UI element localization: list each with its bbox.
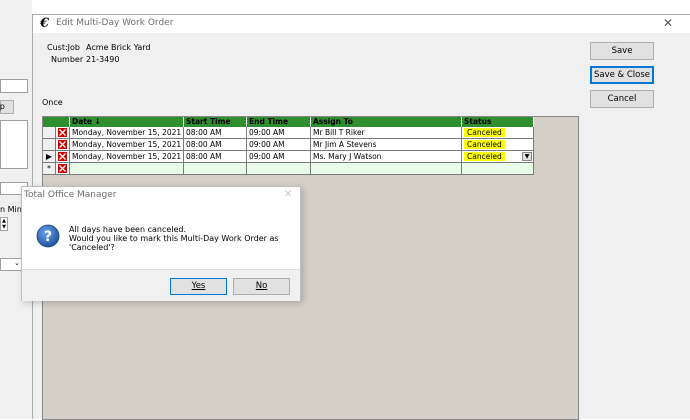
cell-start-time[interactable]: 08:00 AM — [184, 127, 247, 139]
cell-assign-to[interactable]: Ms. Mary J Watson — [311, 151, 462, 163]
background-button[interactable]: amp — [0, 100, 14, 114]
table-row[interactable]: Monday, November 15, 2021 08:00 AM 09:00… — [43, 139, 534, 151]
cell-date[interactable]: Monday, November 15, 2021 — [70, 127, 184, 139]
background-dropdown-2[interactable]: ⌄ — [0, 258, 22, 271]
column-header-start-time[interactable]: Start Time — [184, 117, 247, 127]
custjob-value: Acme Brick Yard — [86, 43, 151, 52]
current-row-indicator[interactable]: ▶ — [43, 151, 56, 163]
save-close-button[interactable]: Save & Close — [590, 66, 654, 84]
close-icon[interactable]: ✕ — [663, 16, 673, 30]
delete-row-icon[interactable] — [56, 127, 70, 139]
chevron-down-icon: ⌄ — [14, 259, 20, 267]
dialog-message-line3: 'Canceled'? — [69, 243, 115, 252]
dialog-title: Total Office Manager — [24, 190, 117, 200]
question-icon: ? — [36, 224, 60, 248]
new-row-indicator[interactable]: * — [43, 163, 56, 175]
new-row[interactable]: * — [43, 163, 534, 175]
yes-button[interactable]: Yes — [170, 278, 227, 295]
no-label: No — [255, 281, 268, 291]
confirm-dialog: Total Office Manager ✕ ? All days have b… — [21, 186, 301, 301]
status-value: Canceled — [464, 152, 505, 161]
column-header-end-time[interactable]: End Time — [247, 117, 311, 127]
background-button-label: amp — [0, 102, 5, 111]
cell-assign-to[interactable]: Mr Bill T Riker — [311, 127, 462, 139]
dialog-message-line2: Would you like to mark this Multi-Day Wo… — [69, 234, 279, 243]
no-button[interactable]: No — [233, 278, 290, 295]
cell-status[interactable] — [462, 163, 534, 175]
svg-text:?: ? — [44, 229, 52, 245]
table-row[interactable]: ▶ Monday, November 15, 2021 08:00 AM 09:… — [43, 151, 534, 163]
dialog-footer: Yes No — [22, 269, 300, 301]
recurrence-label: Once — [42, 98, 63, 107]
row-indicator[interactable] — [43, 139, 56, 151]
cell-assign-to[interactable] — [311, 163, 462, 175]
status-value: Canceled — [464, 140, 505, 149]
app-logo-icon: € — [40, 16, 50, 31]
spinner-icon[interactable]: ▲ ▼ — [0, 217, 8, 231]
window-title: Edit Multi-Day Work Order — [56, 18, 174, 28]
cell-start-time[interactable] — [184, 163, 247, 175]
cell-end-time[interactable] — [247, 163, 311, 175]
cell-end-time[interactable]: 09:00 AM — [247, 139, 311, 151]
cell-assign-to[interactable]: Mr Jim A Stevens — [311, 139, 462, 151]
cell-status[interactable]: Canceled — [462, 139, 534, 151]
delete-row-icon[interactable] — [56, 151, 70, 163]
row-indicator[interactable] — [43, 127, 56, 139]
cell-date[interactable] — [70, 163, 184, 175]
cell-date[interactable]: Monday, November 15, 2021 — [70, 139, 184, 151]
chevron-down-icon[interactable]: ▼ — [522, 152, 532, 161]
background-textarea[interactable] — [0, 120, 28, 169]
save-button[interactable]: Save — [590, 42, 654, 60]
cell-status-dropdown[interactable]: Canceled ▼ — [462, 151, 534, 163]
status-value: Canceled — [464, 128, 505, 137]
cell-status[interactable]: Canceled — [462, 127, 534, 139]
cancel-button[interactable]: Cancel — [590, 90, 654, 108]
column-header-date[interactable]: Date ↓ — [70, 117, 184, 127]
column-header-status[interactable]: Status — [462, 117, 534, 127]
cell-start-time[interactable]: 08:00 AM — [184, 151, 247, 163]
dialog-message-line1: All days have been canceled. — [69, 225, 187, 234]
number-label: Number — [51, 55, 84, 64]
delete-row-icon[interactable] — [56, 139, 70, 151]
table-row[interactable]: Monday, November 15, 2021 08:00 AM 09:00… — [43, 127, 534, 139]
close-icon[interactable]: ✕ — [284, 189, 292, 200]
delete-row-icon[interactable] — [56, 163, 70, 175]
grid-corner-header — [43, 117, 70, 127]
cell-end-time[interactable]: 09:00 AM — [247, 151, 311, 163]
title-bar: € Edit Multi-Day Work Order ✕ — [33, 15, 690, 33]
number-value: 21-3490 — [86, 55, 120, 64]
cell-date[interactable]: Monday, November 15, 2021 — [70, 151, 184, 163]
cell-start-time[interactable]: 08:00 AM — [184, 139, 247, 151]
cell-end-time[interactable]: 09:00 AM — [247, 127, 311, 139]
background-input[interactable] — [0, 79, 28, 93]
yes-label: Yes — [191, 281, 206, 291]
column-header-assign-to[interactable]: Assign To — [311, 117, 462, 127]
custjob-label: Cust:Job — [47, 43, 80, 52]
